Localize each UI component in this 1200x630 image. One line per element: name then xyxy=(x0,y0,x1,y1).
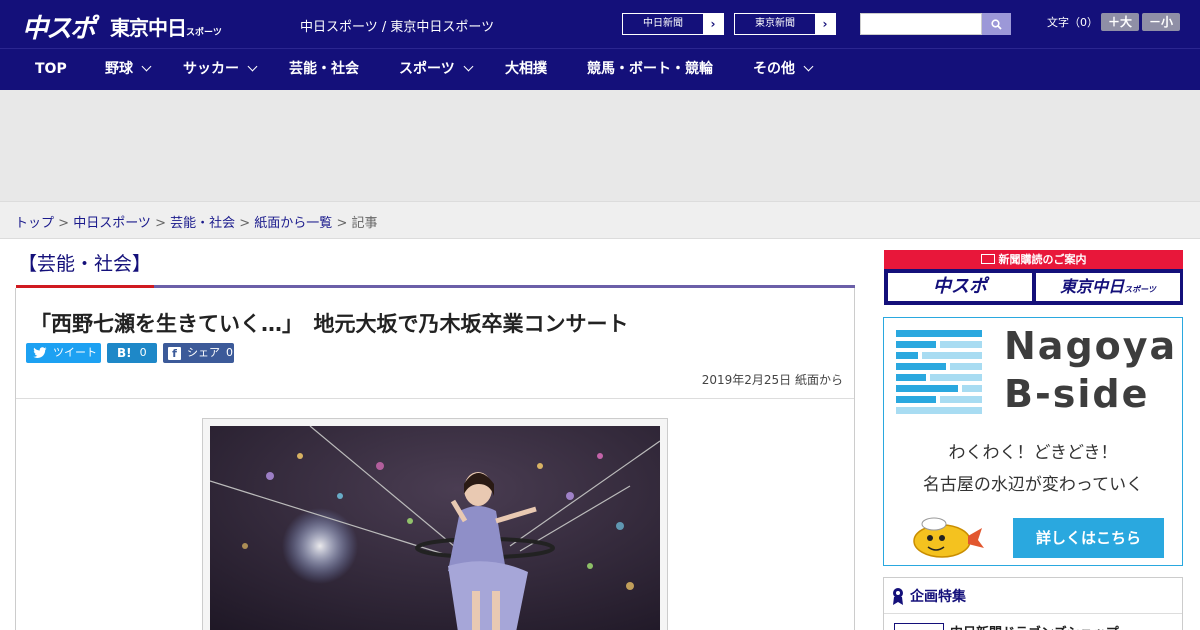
paper-link-label: 東京新聞 xyxy=(755,18,795,29)
fried-shrimp-mascot-icon xyxy=(913,517,984,558)
facebook-icon: f xyxy=(168,346,181,360)
font-size-label: 文字（0） xyxy=(1047,16,1098,29)
article-category: 【芸能・社会】 xyxy=(18,253,152,275)
feature-thumbnail[interactable] xyxy=(894,623,944,630)
subscribe-tokyo-small: スポーツ xyxy=(1124,285,1156,294)
chevron-right-icon: › xyxy=(815,14,835,34)
facebook-count: 0 xyxy=(226,346,233,359)
bside-copy-1: わくわく！どきどき！ xyxy=(948,443,1118,463)
nav-item-label: サッカー xyxy=(183,61,239,77)
subscribe-tokyo-label: 東京中日 xyxy=(1060,277,1125,296)
nav-item-entertainment[interactable]: 芸能・社会 xyxy=(289,49,359,90)
font-bigger-button[interactable]: ＋大 xyxy=(1101,13,1139,31)
chevron-down-icon xyxy=(247,61,258,72)
concert-photo-image xyxy=(210,426,660,630)
ad-area xyxy=(0,90,1200,201)
nav-item-baseball[interactable]: 野球 xyxy=(105,49,152,90)
breadcrumb-link[interactable]: 中日スポーツ xyxy=(73,216,151,231)
nav-item-soccer[interactable]: サッカー xyxy=(183,49,258,90)
tokyo-logo-small: スポーツ xyxy=(186,28,222,38)
bside-title-line1: Nagoya xyxy=(1004,324,1178,368)
bside-title: Nagoya B-side xyxy=(1004,322,1177,418)
nav-item-label: 競馬・ボート・競輪 xyxy=(587,61,713,77)
tokyo-chunichi-logo[interactable]: 東京中日スポーツ xyxy=(110,12,222,41)
breadcrumb-link[interactable]: トップ xyxy=(15,216,54,231)
nav-item-keiba[interactable]: 競馬・ボート・競輪 xyxy=(587,49,713,90)
hatena-bookmark-button[interactable]: B! 0 xyxy=(107,343,157,363)
facebook-share-label: シェア xyxy=(187,346,220,359)
subscribe-chuspo-button[interactable]: 中スポ xyxy=(888,273,1032,301)
breadcrumb-link[interactable]: 紙面から一覧 xyxy=(254,216,332,231)
chevron-down-icon xyxy=(141,61,152,72)
breadcrumb-bar: トップ > 中日スポーツ > 芸能・社会 > 紙面から一覧 > 記事 xyxy=(0,201,1200,239)
hatena-count: 0 xyxy=(139,346,147,359)
feature-section: 企画特集 中日新聞ドラゴンズショップ xyxy=(883,577,1183,630)
top-header: 中スポ 東京中日スポーツ 中日スポーツ / 東京中日スポーツ 中日新聞 › 東京… xyxy=(0,0,1200,48)
article-photo[interactable] xyxy=(210,426,660,630)
nav-item-label: 大相撲 xyxy=(505,61,547,77)
feature-title: 企画特集 xyxy=(910,588,966,605)
font-smaller-button[interactable]: －小 xyxy=(1142,13,1180,31)
nav-item-label: スポーツ xyxy=(399,61,455,77)
nagoya-bside-banner[interactable]: Nagoya B-side わくわく！どきどき！ 名古屋の水辺が変わっていく 詳し… xyxy=(883,317,1183,566)
subscription-title-bar: 新聞購読のご案内 xyxy=(884,250,1183,269)
nav-item-other[interactable]: その他 xyxy=(753,49,814,90)
nav-item-label: 芸能・社会 xyxy=(289,61,359,77)
chuspo-logo[interactable]: 中スポ xyxy=(22,8,96,45)
tokyo-logo-text: 東京中日 xyxy=(110,16,187,40)
search-icon xyxy=(991,18,1002,30)
bside-copy-2: 名古屋の水辺が変わっていく xyxy=(922,475,1144,495)
search-input[interactable] xyxy=(860,13,982,35)
nav-item-sports[interactable]: スポーツ xyxy=(399,49,474,90)
nav-item-top[interactable]: TOP xyxy=(35,49,67,90)
nav-item-sumo[interactable]: 大相撲 xyxy=(505,49,547,90)
chevron-right-icon: › xyxy=(703,14,723,34)
subscribe-tokyo-chunichi-button[interactable]: 東京中日スポーツ xyxy=(1036,273,1180,301)
facebook-share-button[interactable]: f シェア 0 xyxy=(163,343,234,363)
breadcrumb-current: 記事 xyxy=(351,216,378,231)
nav-item-label: 野球 xyxy=(105,61,133,77)
search-button[interactable] xyxy=(982,13,1011,35)
newspaper-icon xyxy=(980,254,995,264)
paper-link-label: 中日新聞 xyxy=(643,18,683,29)
bside-logo-icon xyxy=(896,330,982,414)
feature-item-link[interactable]: 中日新聞ドラゴンズショップ xyxy=(950,622,1119,630)
tweet-button[interactable]: ツイート xyxy=(26,343,101,363)
breadcrumb: トップ > 中日スポーツ > 芸能・社会 > 紙面から一覧 > 記事 xyxy=(15,216,378,231)
twitter-icon xyxy=(33,347,47,358)
article-divider xyxy=(16,398,854,399)
main-nav: TOP 野球 サッカー 芸能・社会 スポーツ 大相撲 競馬・ボート・競輪 その他 xyxy=(0,48,1200,90)
breadcrumb-link[interactable]: 芸能・社会 xyxy=(170,216,235,231)
newspaper-subscription-banner[interactable]: 新聞購読のご案内 中スポ 東京中日スポーツ xyxy=(884,250,1183,305)
chunichi-shimbun-link[interactable]: 中日新聞 › xyxy=(622,13,724,35)
bside-details-button[interactable]: 詳しくはこちら xyxy=(1013,518,1164,558)
bside-title-line2: B-side xyxy=(1004,372,1150,416)
tokyo-shimbun-link[interactable]: 東京新聞 › xyxy=(734,13,836,35)
tweet-label: ツイート xyxy=(53,346,97,359)
article-headline: 「西野七瀬を生きていく…」 地元大坂で乃木坂卒業コンサート xyxy=(30,312,629,336)
nav-item-label: TOP xyxy=(35,61,67,77)
site-subtitle: 中日スポーツ / 東京中日スポーツ xyxy=(300,20,495,35)
subscription-title: 新聞購読のご案内 xyxy=(998,253,1087,266)
ribbon-icon xyxy=(893,587,903,605)
article-date: 2019年2月25日 紙面から xyxy=(701,373,843,387)
chevron-down-icon xyxy=(803,61,814,72)
nav-item-label: その他 xyxy=(753,61,795,77)
hatena-icon: B! xyxy=(117,346,132,360)
feature-header: 企画特集 xyxy=(884,578,1182,614)
chevron-down-icon xyxy=(463,61,474,72)
